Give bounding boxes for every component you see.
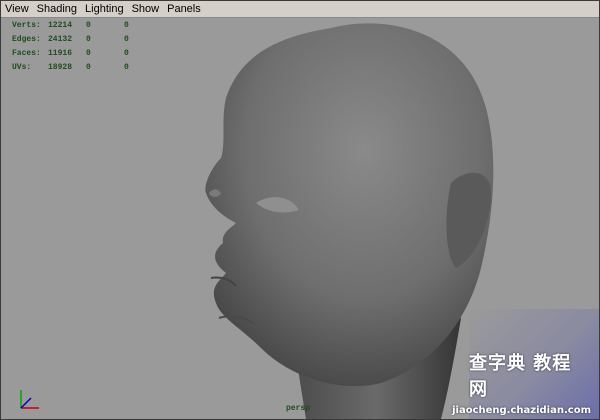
camera-label: persp bbox=[286, 404, 311, 413]
hud-value: 18928 bbox=[48, 63, 73, 72]
hud-selected-2: 0 bbox=[124, 35, 129, 44]
axis-gizmo-icon bbox=[20, 390, 39, 409]
hud-selected: 0 bbox=[86, 21, 91, 30]
watermark-url: jiaocheng.chazidian.com bbox=[452, 405, 591, 416]
head-model[interactable] bbox=[181, 18, 501, 419]
hud-row-edges: Edges: 24132 0 0 bbox=[12, 35, 162, 49]
hud-row-verts: Verts: 12214 0 0 bbox=[12, 21, 162, 35]
hud-row-uvs: UVs: 18928 0 0 bbox=[12, 63, 162, 77]
hud-selected: 0 bbox=[86, 35, 91, 44]
hud-selected-2: 0 bbox=[124, 49, 129, 58]
hud-row-faces: Faces: 11916 0 0 bbox=[12, 49, 162, 63]
menu-view[interactable]: View bbox=[1, 1, 33, 17]
menu-panels[interactable]: Panels bbox=[163, 1, 205, 17]
hud-value: 12214 bbox=[48, 21, 73, 30]
hud-label: Edges: bbox=[12, 35, 41, 44]
hud-label: UVs: bbox=[12, 63, 32, 72]
watermark-text: 查字典 教程网 bbox=[469, 353, 572, 400]
hud-label: Faces: bbox=[12, 49, 41, 58]
hud-selected: 0 bbox=[86, 63, 91, 72]
menu-show[interactable]: Show bbox=[128, 1, 164, 17]
perspective-viewport[interactable]: Verts: 12214 0 0 Edges: 24132 0 0 Faces:… bbox=[1, 18, 599, 419]
hud-selected-2: 0 bbox=[124, 21, 129, 30]
ear-shape bbox=[446, 172, 491, 268]
axis-indicator bbox=[15, 384, 45, 414]
watermark-overlay: 查字典 教程网 jiaocheng.chazidian.com bbox=[452, 309, 599, 419]
poly-count-hud: Verts: 12214 0 0 Edges: 24132 0 0 Faces:… bbox=[12, 21, 162, 77]
maya-viewport-window: View Shading Lighting Show Panels Verts:… bbox=[0, 0, 600, 420]
hud-label: Verts: bbox=[12, 21, 41, 30]
menu-lighting[interactable]: Lighting bbox=[81, 1, 128, 17]
viewport-menubar: View Shading Lighting Show Panels bbox=[1, 1, 599, 18]
hud-selected: 0 bbox=[86, 49, 91, 58]
hud-value: 24132 bbox=[48, 35, 73, 44]
menu-shading[interactable]: Shading bbox=[33, 1, 81, 17]
hud-selected-2: 0 bbox=[124, 63, 129, 72]
hud-value: 11916 bbox=[48, 49, 73, 58]
